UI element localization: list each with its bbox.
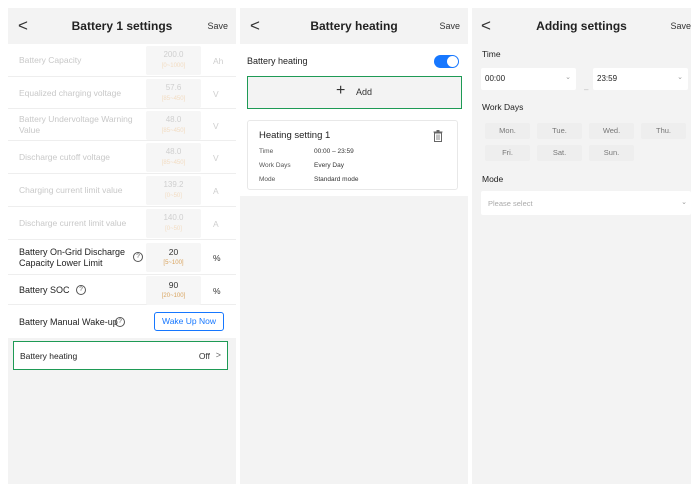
battery-heating-toggle[interactable] — [434, 55, 459, 68]
value-input: 200.0 [0~1000] — [146, 46, 201, 75]
setting-label: Battery Undervoltage Warning Value — [19, 114, 133, 135]
add-heating-setting-button[interactable]: + Add — [247, 76, 462, 109]
mode-value: Standard mode — [314, 176, 359, 183]
day-chip-thu[interactable]: Thu. — [641, 123, 686, 139]
chevron-right-icon: > — [215, 350, 221, 360]
start-time-select[interactable]: 00:00 ⌄ — [481, 68, 576, 90]
chevron-down-icon: ⌄ — [677, 74, 683, 81]
trash-icon[interactable] — [433, 130, 443, 142]
setting-row-battery-soc: Battery SOC ? 90 [20~100] % — [8, 275, 236, 305]
work-days-value: Every Day — [314, 162, 344, 169]
day-chip-sun[interactable]: Sun. — [589, 145, 634, 161]
setting-label: Charging current limit value — [19, 185, 123, 195]
unit-label: V — [213, 89, 219, 99]
unit-label: % — [213, 253, 221, 263]
time-value: 00:00 – 23:59 — [314, 148, 354, 155]
value-input: 139.2 [0~50] — [146, 176, 201, 205]
save-button[interactable]: Save — [439, 21, 460, 31]
setting-row-equalized-voltage: Equalized charging voltage 57.6 [85~450] … — [8, 77, 236, 109]
unit-label: % — [213, 286, 221, 296]
day-chip-sat[interactable]: Sat. — [537, 145, 582, 161]
setting-row-battery-capacity: Battery Capacity 200.0 [0~1000] Ah — [8, 44, 236, 77]
unit-label: Ah — [213, 56, 224, 66]
chevron-down-icon: ⌄ — [681, 199, 687, 206]
battery-heating-toggle-label: Battery heating — [247, 56, 308, 66]
mode-select[interactable]: Please select ⌄ — [481, 191, 691, 215]
value-input[interactable]: 90 [20~100] — [146, 276, 201, 305]
unit-label: V — [213, 121, 219, 131]
work-days-key: Work Days — [259, 162, 291, 169]
value-input: 57.6 [85~450] — [146, 79, 201, 108]
time-section-label: Time — [482, 49, 501, 59]
heating-settings-section: Battery heating + Add Heating setting 1 … — [240, 44, 468, 196]
setting-label: Battery On-Grid Discharge Capacity Lower… — [19, 247, 126, 268]
page-title: Battery 1 settings — [71, 19, 173, 33]
value-input: 48.0 [85~450] — [146, 143, 201, 172]
setting-row-on-grid-discharge-limit: Battery On-Grid Discharge Capacity Lower… — [8, 240, 236, 275]
help-icon[interactable]: ? — [133, 252, 143, 262]
battery-heating-status: Off — [198, 351, 210, 361]
value-input: 140.0 [0~50] — [146, 209, 201, 238]
battery-settings-panel: < Battery 1 settings Save Battery Capaci… — [8, 8, 236, 484]
header: < Battery heating Save — [240, 8, 468, 44]
save-button[interactable]: Save — [670, 21, 691, 31]
time-key: Time — [259, 148, 274, 155]
plus-icon: + — [336, 82, 346, 99]
page-title: Adding settings — [536, 19, 627, 33]
day-chip-wed[interactable]: Wed. — [589, 123, 634, 139]
wake-up-now-button[interactable]: Wake Up Now — [154, 312, 224, 331]
day-chip-tue[interactable]: Tue. — [537, 123, 582, 139]
value-input: 48.0 [85~450] — [146, 111, 201, 140]
heating-setting-card[interactable]: Heating setting 1 Time 00:00 – 23:59 Wor… — [247, 120, 458, 190]
setting-label: Discharge current limit value — [19, 218, 127, 228]
add-label: Add — [356, 87, 373, 97]
setting-row-discharge-cutoff: Discharge cutoff voltage 48.0 [85~450] V — [8, 141, 236, 174]
end-time-select[interactable]: 23:59 ⌄ — [593, 68, 688, 90]
work-days-section-label: Work Days — [482, 102, 524, 112]
header: < Battery 1 settings Save — [8, 8, 236, 44]
unit-label: V — [213, 153, 219, 163]
setting-label: Battery Capacity — [19, 55, 82, 65]
end-time-value: 23:59 — [597, 74, 618, 83]
battery-heating-panel: < Battery heating Save Battery heating +… — [240, 8, 468, 484]
setting-row-manual-wakeup: Battery Manual Wake-up ? Wake Up Now — [8, 305, 236, 338]
unit-label: A — [213, 219, 219, 229]
battery-heating-label: Battery heating — [20, 351, 78, 361]
start-time-value: 00:00 — [485, 74, 506, 83]
chevron-down-icon: ⌄ — [565, 74, 571, 81]
heating-setting-title: Heating setting 1 — [259, 130, 331, 141]
help-icon[interactable]: ? — [76, 285, 86, 295]
setting-row-undervoltage-warning: Battery Undervoltage Warning Value 48.0[… — [8, 109, 236, 141]
setting-row-discharge-current: Discharge current limit value 140.0 [0~50… — [8, 207, 236, 240]
page-title: Battery heating — [310, 19, 398, 33]
day-chip-fri[interactable]: Fri. — [485, 145, 530, 161]
setting-label: Equalized charging voltage — [19, 88, 122, 98]
setting-label: Battery Manual Wake-up — [19, 317, 118, 327]
save-button[interactable]: Save — [207, 21, 228, 31]
setting-row-charging-current: Charging current limit value 139.2 [0~50]… — [8, 174, 236, 207]
setting-label: Discharge cutoff voltage — [19, 152, 111, 162]
time-range-separator: – — [584, 85, 589, 94]
value-input[interactable]: 20 [5~100] — [146, 243, 201, 272]
toggle-knob — [447, 56, 458, 67]
header: < Adding settings Save — [472, 8, 691, 44]
adding-settings-panel: < Adding settings Save Time 00:00 ⌄ – 23… — [472, 8, 691, 484]
unit-label: A — [213, 186, 219, 196]
battery-heating-row[interactable]: Battery heating Off > — [13, 341, 228, 370]
setting-label: Battery SOC — [19, 285, 70, 295]
mode-key: Mode — [259, 176, 276, 183]
help-icon[interactable]: ? — [115, 317, 125, 327]
mode-section-label: Mode — [482, 174, 504, 184]
mode-placeholder: Please select — [488, 199, 533, 208]
day-chip-mon[interactable]: Mon. — [485, 123, 530, 139]
